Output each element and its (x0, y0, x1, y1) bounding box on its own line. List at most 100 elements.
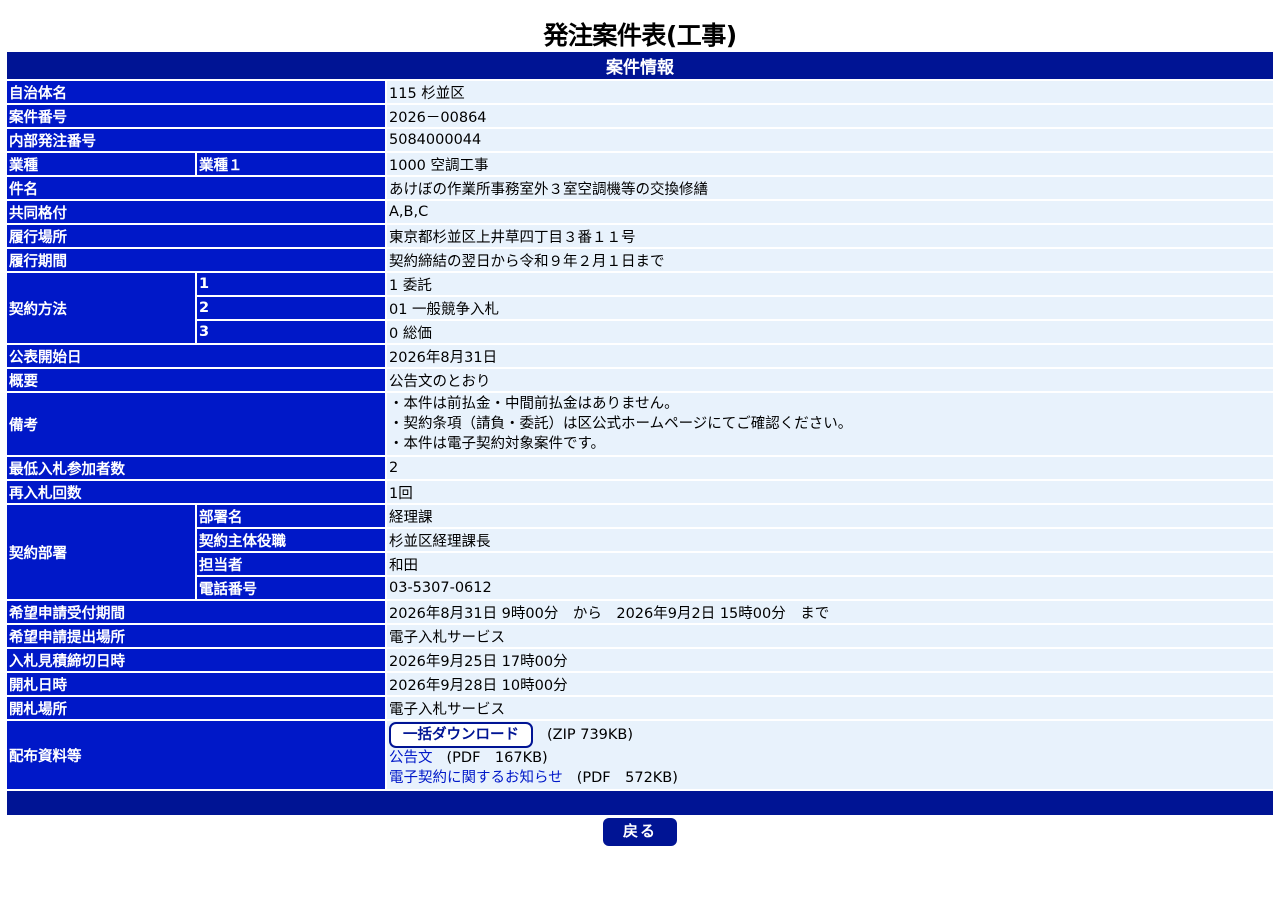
value-remarks: ・本件は前払金・中間前払金はありません。 ・契約条項（請負・委託）は区公式ホーム… (387, 393, 1273, 457)
bulk-download-button[interactable]: 一括ダウンロード (389, 722, 533, 748)
value-contract-method-1: 1 委託 (387, 273, 1273, 297)
value-rebid-count: 1回 (387, 481, 1273, 505)
value-publish-date: 2026年8月31日 (387, 345, 1273, 369)
row-jv-rating: 共同格付 A,B,C (7, 201, 1273, 225)
remarks-line-2: ・契約条項（請負・委託）は区公式ホームページにてご確認ください。 (389, 416, 853, 432)
row-location: 履行場所 東京都杉並区上井草四丁目３番１１号 (7, 225, 1273, 249)
value-contract-method-3: 0 総価 (387, 321, 1273, 345)
label-opening-date: 開札日時 (7, 673, 387, 697)
row-remarks: 備考 ・本件は前払金・中間前払金はありません。 ・契約条項（請負・委託）は区公式… (7, 393, 1273, 457)
value-case-number: 2026－00864 (387, 105, 1273, 129)
value-internal-number: 5084000044 (387, 129, 1273, 153)
label-internal-number: 内部発注番号 (7, 129, 387, 153)
value-contract-officer-title: 杉並区経理課長 (387, 529, 1273, 553)
label-remarks: 備考 (7, 393, 387, 457)
sublabel-contract-method-1: 1 (197, 273, 387, 297)
value-period: 契約締結の翌日から令和９年２月１日まで (387, 249, 1273, 273)
value-contract-method-2: 01 一般競争入札 (387, 297, 1273, 321)
value-documents: 一括ダウンロード (ZIP 739KB) 公告文 (PDF 167KB) 電子契約に… (387, 721, 1273, 791)
label-min-bidders: 最低入札参加者数 (7, 457, 387, 481)
label-subject: 件名 (7, 177, 387, 201)
sublabel-phone-number: 電話番号 (197, 577, 387, 601)
document-file-2: 電子契約に関するお知らせ (PDF 572KB) (389, 768, 1271, 788)
row-industry: 業種 業種１ 1000 空調工事 (7, 153, 1273, 177)
label-case-number: 案件番号 (7, 105, 387, 129)
value-location: 東京都杉並区上井草四丁目３番１１号 (387, 225, 1273, 249)
row-opening-place: 開札場所 電子入札サービス (7, 697, 1273, 721)
page: 発注案件表(工事) 案件情報 自治体名 115 杉並区 案件番号 2026－00… (0, 0, 1280, 900)
label-municipality: 自治体名 (7, 81, 387, 105)
row-subject: 件名 あけぼの作業所事務室外３室空調機等の交換修繕 (7, 177, 1273, 201)
case-info-table: 案件情報 自治体名 115 杉並区 案件番号 2026－00864 内部発注番号… (7, 52, 1273, 815)
row-internal-number: 内部発注番号 5084000044 (7, 129, 1273, 153)
row-application-place: 希望申請提出場所 電子入札サービス (7, 625, 1273, 649)
row-rebid-count: 再入札回数 1回 (7, 481, 1273, 505)
row-opening-date: 開札日時 2026年9月28日 10時00分 (7, 673, 1273, 697)
value-jv-rating: A,B,C (387, 201, 1273, 225)
sublabel-contract-method-3: 3 (197, 321, 387, 345)
row-period: 履行期間 契約締結の翌日から令和９年２月１日まで (7, 249, 1273, 273)
sublabel-department-name: 部署名 (197, 505, 387, 529)
label-department: 契約部署 (7, 505, 197, 601)
label-jv-rating: 共同格付 (7, 201, 387, 225)
value-opening-date: 2026年9月28日 10時00分 (387, 673, 1273, 697)
row-municipality: 自治体名 115 杉並区 (7, 81, 1273, 105)
value-subject: あけぼの作業所事務室外３室空調機等の交換修繕 (387, 177, 1273, 201)
back-button-area: 戻る (7, 818, 1273, 846)
section-title: 案件情報 (7, 52, 1273, 81)
row-application-period: 希望申請受付期間 2026年8月31日 9時00分 から 2026年9月2日 1… (7, 601, 1273, 625)
value-bid-deadline: 2026年9月25日 17時00分 (387, 649, 1273, 673)
back-button[interactable]: 戻る (602, 818, 677, 846)
public-notice-note: (PDF 167KB) (446, 750, 548, 766)
e-contract-notice-note: (PDF 572KB) (576, 770, 678, 786)
row-case-number: 案件番号 2026－00864 (7, 105, 1273, 129)
table-footer-bar (7, 791, 1273, 815)
value-application-period: 2026年8月31日 9時00分 から 2026年9月2日 15時00分 まで (387, 601, 1273, 625)
sublabel-contract-method-2: 2 (197, 297, 387, 321)
remarks-line-1: ・本件は前払金・中間前払金はありません。 (389, 396, 679, 412)
sublabel-industry: 業種１ (197, 153, 387, 177)
value-min-bidders: 2 (387, 457, 1273, 481)
value-phone-number: 03-5307-0612 (387, 577, 1273, 601)
label-application-place: 希望申請提出場所 (7, 625, 387, 649)
row-department-1: 契約部署 部署名 経理課 (7, 505, 1273, 601)
value-municipality: 115 杉並区 (387, 81, 1273, 105)
row-department-3: 担当者 和田 (7, 553, 1273, 577)
value-application-place: 電子入札サービス (387, 625, 1273, 649)
label-industry: 業種 (7, 153, 197, 177)
sublabel-person-in-charge: 担当者 (197, 553, 387, 577)
table-footer-row (7, 791, 1273, 815)
remarks-line-3: ・本件は電子契約対象案件です。 (389, 436, 606, 452)
page-title: 発注案件表(工事) (543, 21, 737, 50)
value-department-name: 経理課 (387, 505, 1273, 529)
label-documents: 配布資料等 (7, 721, 387, 791)
row-min-bidders: 最低入札参加者数 2 (7, 457, 1273, 481)
bulk-download-note: (ZIP 739KB) (547, 727, 634, 743)
label-opening-place: 開札場所 (7, 697, 387, 721)
value-industry: 1000 空調工事 (387, 153, 1273, 177)
row-publish-date: 公表開始日 2026年8月31日 (7, 345, 1273, 369)
label-location: 履行場所 (7, 225, 387, 249)
label-period: 履行期間 (7, 249, 387, 273)
label-publish-date: 公表開始日 (7, 345, 387, 369)
sublabel-contract-officer-title: 契約主体役職 (197, 529, 387, 553)
label-overview: 概要 (7, 369, 387, 393)
value-person-in-charge: 和田 (387, 553, 1273, 577)
document-file-1: 公告文 (PDF 167KB) (389, 748, 1271, 768)
label-contract-method: 契約方法 (7, 273, 197, 345)
e-contract-notice-link[interactable]: 電子契約に関するお知らせ (389, 770, 563, 786)
label-bid-deadline: 入札見積締切日時 (7, 649, 387, 673)
row-bid-deadline: 入札見積締切日時 2026年9月25日 17時00分 (7, 649, 1273, 673)
section-header-row: 案件情報 (7, 52, 1273, 81)
label-application-period: 希望申請受付期間 (7, 601, 387, 625)
row-department-4: 電話番号 03-5307-0612 (7, 577, 1273, 601)
row-contract-method-2: 2 01 一般競争入札 (7, 297, 1273, 321)
row-department-2: 契約主体役職 杉並区経理課長 (7, 529, 1273, 553)
row-documents: 配布資料等 一括ダウンロード (ZIP 739KB) 公告文 (PDF 167KB)… (7, 721, 1273, 791)
row-contract-method-1: 契約方法 1 1 委託 (7, 273, 1273, 345)
public-notice-link[interactable]: 公告文 (389, 750, 433, 766)
value-opening-place: 電子入札サービス (387, 697, 1273, 721)
bulk-download-line: 一括ダウンロード (ZIP 739KB) (389, 722, 1271, 748)
value-overview: 公告文のとおり (387, 369, 1273, 393)
label-rebid-count: 再入札回数 (7, 481, 387, 505)
